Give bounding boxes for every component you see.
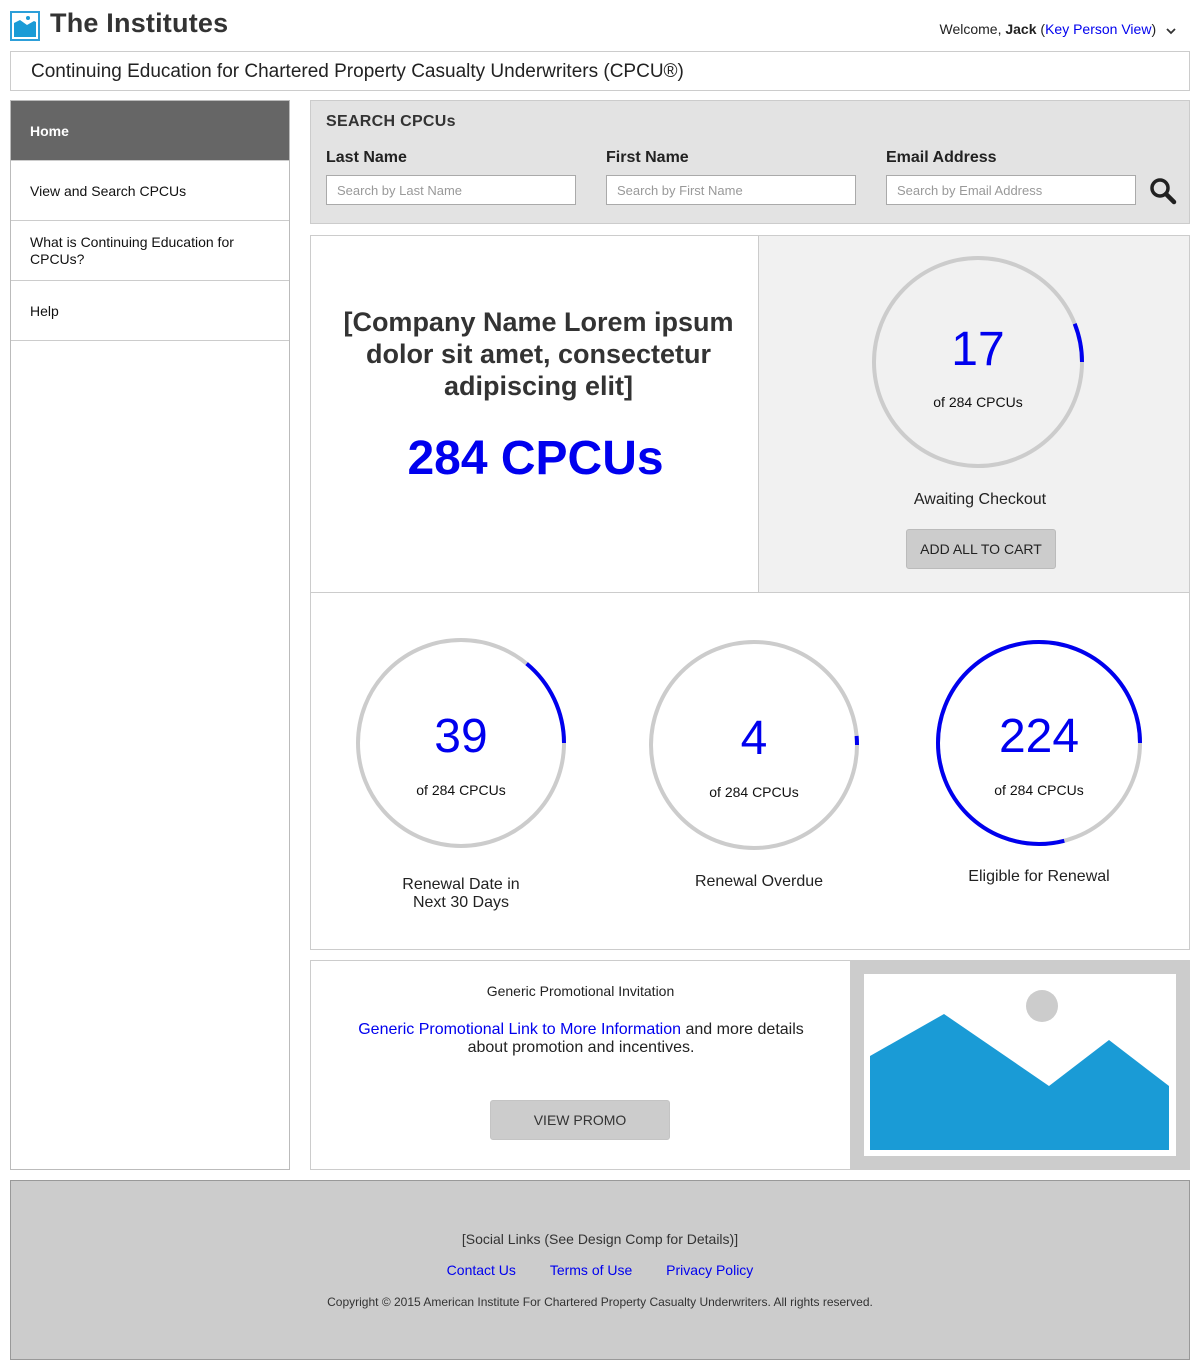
- renewal-30-days-ring: 39 of 284 CPCUs: [355, 637, 567, 849]
- open-paren: (: [1036, 21, 1046, 37]
- promo-text: Generic Promotional Link to More Informa…: [351, 1021, 811, 1057]
- sidebar-item-home[interactable]: Home: [11, 101, 289, 161]
- stat-value: 39: [434, 710, 488, 763]
- first-name-label: First Name: [606, 149, 689, 166]
- search-title: SEARCH CPCUs: [326, 113, 456, 130]
- awaiting-checkout-panel: 17 of 284 CPCUs Awaiting Checkout ADD AL…: [758, 235, 1190, 593]
- stat-sub: of 284 CPCUs: [709, 784, 799, 800]
- promo-panel: Generic Promotional Invitation Generic P…: [310, 960, 851, 1170]
- add-all-to-cart-button[interactable]: ADD ALL TO CART: [906, 529, 1056, 569]
- last-name-input[interactable]: [326, 175, 576, 205]
- stat-value: 224: [998, 710, 1080, 763]
- stat-value: 4: [740, 712, 768, 765]
- header: The Institutes Welcome, Jack (Key Person…: [10, 8, 1180, 44]
- stat-caption: Renewal Overdue: [629, 873, 889, 891]
- user-name: Jack: [1005, 21, 1037, 37]
- renewal-stats-panel: 39 of 284 CPCUs Renewal Date in Next 30 …: [310, 592, 1190, 950]
- stat-caption-line1: Renewal Date in: [402, 876, 520, 893]
- first-name-input[interactable]: [606, 175, 856, 205]
- sidebar-item-label: Help: [30, 302, 59, 319]
- checkout-value: 17: [951, 323, 1005, 376]
- view-promo-button[interactable]: VIEW PROMO: [490, 1100, 670, 1140]
- promo-link[interactable]: Generic Promotional Link to More Informa…: [358, 1021, 681, 1038]
- footer: [Social Links (See Design Comp for Detai…: [10, 1180, 1190, 1360]
- checkout-caption: Awaiting Checkout: [913, 491, 1047, 508]
- welcome-prefix: Welcome,: [939, 21, 1006, 37]
- footer-links: Contact Us Terms of Use Privacy Policy: [11, 1262, 1189, 1278]
- sidebar-item-label: View and Search CPCUs: [30, 182, 187, 199]
- page-subtitle: Continuing Education for Chartered Prope…: [31, 61, 684, 82]
- social-links: [Social Links (See Design Comp for Detai…: [461, 1231, 739, 1247]
- logo-icon[interactable]: [10, 11, 40, 41]
- sidebar-item-view-search[interactable]: View and Search CPCUs: [11, 161, 289, 221]
- sidebar: Home View and Search CPCUs What is Conti…: [10, 100, 290, 1170]
- search-icon[interactable]: [1149, 177, 1177, 210]
- privacy-policy-link[interactable]: Privacy Policy: [666, 1262, 753, 1278]
- close-paren: ): [1151, 21, 1157, 37]
- contact-us-link[interactable]: Contact Us: [447, 1262, 516, 1278]
- promo-title: Generic Promotional Invitation: [486, 983, 675, 999]
- stat-caption: Renewal Date in Next 30 Days: [331, 876, 591, 912]
- search-panel: SEARCH CPCUs Last Name First Name Email …: [310, 100, 1190, 224]
- sidebar-item-label: Home: [30, 122, 69, 139]
- copyright: Copyright © 2015 American Institute For …: [327, 1295, 873, 1309]
- key-person-view-link[interactable]: Key Person View: [1045, 21, 1151, 37]
- stat-caption-line2: Next 30 Days: [412, 894, 510, 911]
- stat-sub: of 284 CPCUs: [416, 782, 506, 798]
- terms-of-use-link[interactable]: Terms of Use: [550, 1262, 632, 1278]
- image-placeholder-icon: [864, 974, 1176, 1156]
- company-name: [Company Name Lorem ipsum dolor sit amet…: [343, 307, 734, 401]
- subtitle-bar: Continuing Education for Chartered Prope…: [10, 51, 1190, 91]
- email-label: Email Address: [886, 149, 997, 166]
- checkout-ring: 17 of 284 CPCUs: [870, 254, 1086, 470]
- promo-image: [850, 960, 1190, 1170]
- email-input[interactable]: [886, 175, 1136, 205]
- welcome-menu[interactable]: Welcome, Jack (Key Person View): [939, 21, 1176, 38]
- stat-caption: Eligible for Renewal: [909, 868, 1169, 886]
- company-summary: [Company Name Lorem ipsum dolor sit amet…: [310, 235, 759, 593]
- site-title[interactable]: The Institutes: [50, 8, 228, 39]
- checkout-sub: of 284 CPCUs: [933, 394, 1023, 410]
- chevron-down-icon[interactable]: [1166, 22, 1176, 38]
- sidebar-item-what-is-ce[interactable]: What is Continuing Education for CPCUs?: [11, 221, 289, 281]
- eligible-renewal-ring: 224 of 284 CPCUs: [935, 639, 1143, 847]
- stat-caption-line1: Renewal Overdue: [694, 873, 824, 890]
- sidebar-item-label: What is Continuing Education for CPCUs?: [30, 233, 234, 267]
- stat-sub: of 284 CPCUs: [994, 782, 1084, 798]
- renewal-overdue-ring: 4 of 284 CPCUs: [648, 639, 860, 851]
- stat-caption-line1: Eligible for Renewal: [968, 868, 1110, 885]
- last-name-label: Last Name: [326, 149, 407, 166]
- company-cpcu-count: 284 CPCUs: [407, 432, 664, 485]
- sidebar-item-help[interactable]: Help: [11, 281, 289, 341]
